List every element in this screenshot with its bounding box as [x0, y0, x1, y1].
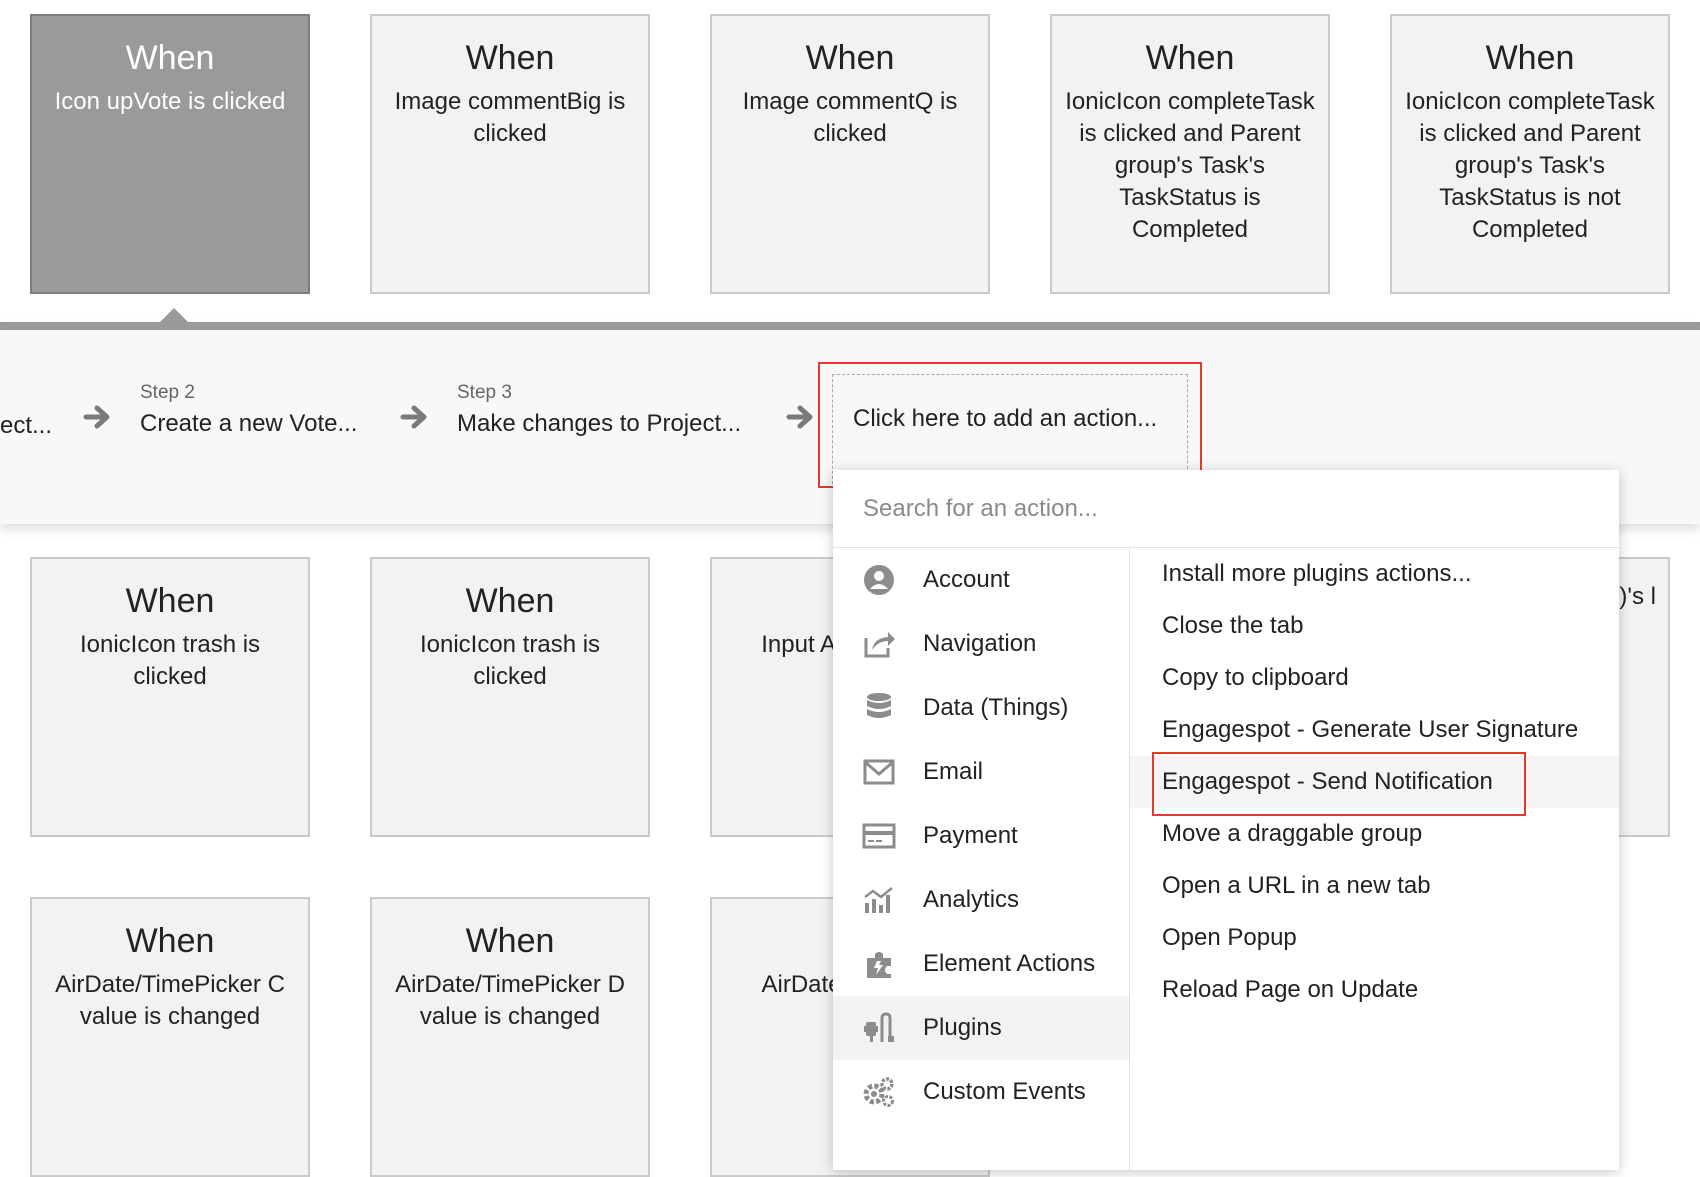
event-card-completetask-not-completed[interactable]: When IonicIcon completeTask is clicked a…	[1390, 14, 1670, 294]
event-description: AirDate/TimePicker C value is changed	[55, 971, 285, 1030]
step-title: Make changes to Project...	[457, 410, 742, 437]
event-when-label: When	[125, 922, 215, 960]
event-description: AirDate/TimePicker D value is changed	[395, 971, 625, 1030]
event-when-label: When	[1145, 39, 1235, 77]
event-description: IonicIcon trash is clicked	[79, 631, 261, 690]
category-payment[interactable]: Payment	[833, 804, 1129, 868]
category-label: Data (Things)	[923, 694, 1069, 721]
event-when-label: When	[465, 39, 555, 77]
step-title: ect...	[0, 412, 53, 439]
element-actions-icon	[861, 946, 897, 982]
event-when-label: When	[465, 922, 555, 960]
action-engagespot-generate-signature[interactable]: Engagespot - Generate User Signature	[1130, 704, 1619, 756]
category-label: Plugins	[923, 1014, 1002, 1041]
category-custom-events[interactable]: Custom Events	[833, 1060, 1129, 1124]
event-when-label: When	[1485, 39, 1575, 77]
category-plugins[interactable]: Plugins	[833, 996, 1129, 1060]
event-card-timepicker-c[interactable]: When AirDate/TimePicker C value is chang…	[30, 897, 310, 1177]
arrow-right-icon	[786, 405, 813, 429]
category-label: Element Actions	[923, 950, 1096, 977]
custom-events-icon	[861, 1074, 897, 1110]
action-open-url-new-tab[interactable]: Open a URL in a new tab	[1130, 860, 1619, 912]
workflow-step-3[interactable]: Step 3 Make changes to Project...	[457, 382, 741, 438]
category-label: Account	[923, 566, 1010, 593]
action-copy-clipboard[interactable]: Copy to clipboard	[1130, 652, 1619, 704]
event-description: IonicIcon completeTask is clicked and Pa…	[1065, 88, 1315, 243]
selected-event-pointer	[160, 308, 188, 322]
event-card-trash-1[interactable]: When IonicIcon trash is clicked	[30, 557, 310, 837]
category-label: Payment	[923, 822, 1018, 849]
event-card-upvote[interactable]: When Icon upVote is clicked	[30, 14, 310, 294]
send-notification-highlight	[1152, 752, 1526, 816]
event-card-timepicker-d[interactable]: When AirDate/TimePicker D value is chang…	[370, 897, 650, 1177]
event-card-trash-2[interactable]: When IonicIcon trash is clicked	[370, 557, 650, 837]
action-open-popup[interactable]: Open Popup	[1130, 912, 1619, 964]
event-when-label: When	[125, 582, 215, 620]
event-card-commentbig[interactable]: When Image commentBig is clicked	[370, 14, 650, 294]
category-label: Analytics	[923, 886, 1020, 913]
arrow-right-icon	[400, 405, 427, 429]
step-title: Create a new Vote...	[140, 410, 358, 437]
category-label: Email	[923, 758, 984, 785]
action-close-tab[interactable]: Close the tab	[1130, 600, 1619, 652]
plugins-icon	[861, 1010, 897, 1046]
event-card-commentq[interactable]: When Image commentQ is clicked	[710, 14, 990, 294]
step-label: Step 2	[140, 382, 195, 403]
payment-icon	[861, 818, 897, 854]
workflow-step-2[interactable]: Step 2 Create a new Vote...	[140, 382, 357, 438]
step-label: Step 3	[457, 382, 512, 403]
arrow-right-icon	[83, 405, 110, 429]
category-account[interactable]: Account	[833, 548, 1129, 612]
email-icon	[861, 754, 897, 790]
event-description: IonicIcon completeTask is clicked and Pa…	[1405, 88, 1655, 243]
category-list: Account Navigation Data (Things) Email P…	[833, 548, 1130, 1170]
category-label: Custom Events	[923, 1078, 1086, 1105]
category-element-actions[interactable]: Element Actions	[833, 932, 1129, 996]
action-reload-page[interactable]: Reload Page on Update	[1130, 964, 1619, 1016]
event-description: IonicIcon trash is clicked	[419, 631, 601, 690]
category-email[interactable]: Email	[833, 740, 1129, 804]
action-search-input[interactable]	[833, 470, 1619, 548]
action-list: Install more plugins actions... Close th…	[1130, 548, 1619, 1170]
category-data[interactable]: Data (Things)	[833, 676, 1129, 740]
event-description: Image commentBig is clicked	[394, 88, 626, 147]
account-icon	[861, 562, 897, 598]
add-action-button[interactable]: Click here to add an action...	[832, 374, 1188, 484]
workflow-step-1[interactable]: ect...	[0, 384, 52, 440]
database-icon	[861, 690, 897, 726]
navigation-icon	[861, 626, 897, 662]
action-install-plugins[interactable]: Install more plugins actions...	[1130, 548, 1619, 600]
step-label	[0, 384, 52, 406]
action-dropdown: Account Navigation Data (Things) Email P…	[833, 470, 1619, 1170]
event-card-completetask-completed[interactable]: When IonicIcon completeTask is clicked a…	[1050, 14, 1330, 294]
category-analytics[interactable]: Analytics	[833, 868, 1129, 932]
event-description: Image commentQ is clicked	[742, 88, 958, 147]
event-when-label: When	[805, 39, 895, 77]
category-navigation[interactable]: Navigation	[833, 612, 1129, 676]
event-description: )'s l	[1619, 583, 1656, 610]
event-description: Icon upVote is clicked	[54, 88, 286, 115]
event-when-label: When	[465, 582, 555, 620]
category-label: Navigation	[923, 630, 1037, 657]
analytics-icon	[861, 882, 897, 918]
event-when-label: When	[125, 39, 215, 77]
